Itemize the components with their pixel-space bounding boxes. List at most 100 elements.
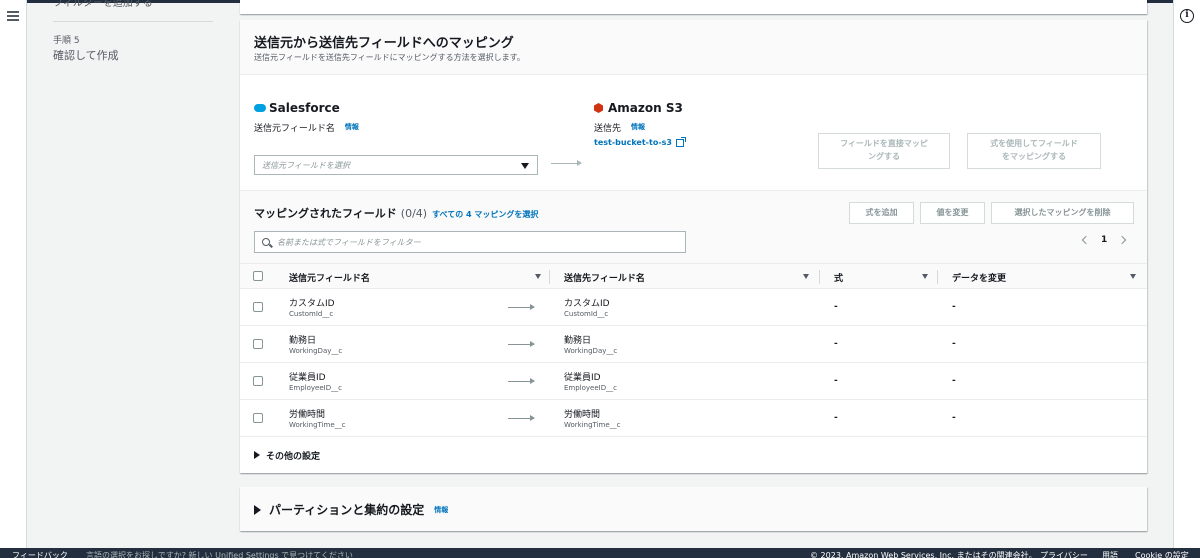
nav-step-review-create[interactable]: 確認して作成 bbox=[53, 47, 119, 63]
privacy-link[interactable]: プライバシー bbox=[1040, 550, 1088, 558]
copyright: © 2023, Amazon Web Services, Inc. またはその関… bbox=[810, 551, 1037, 558]
source-info-link[interactable]: 情報 bbox=[345, 122, 359, 132]
destination-connector-name: Amazon S3 bbox=[608, 101, 683, 115]
wizard-steps-nav: フィルターを追加する 手順 5 確認して作成 bbox=[27, 0, 239, 548]
chevron-right-icon[interactable] bbox=[1118, 235, 1127, 245]
source-field-name: 勤務日 bbox=[289, 336, 317, 346]
external-link-icon bbox=[675, 136, 686, 147]
terms-link[interactable]: 用語 bbox=[1102, 550, 1118, 558]
caret-right-icon bbox=[254, 504, 261, 515]
console-footer: フィードバック 言語の選択をお探しですか? 新しい Unified Settin… bbox=[0, 548, 1200, 558]
mapping-arrow-icon bbox=[508, 341, 535, 347]
destination-info-link[interactable]: 情報 bbox=[631, 122, 645, 132]
sort-caret-icon[interactable] bbox=[1130, 274, 1136, 279]
filter-bar: 名前または式でフィールドをフィルター 1 bbox=[240, 230, 1147, 263]
change-value-button[interactable]: 値を変更 bbox=[920, 202, 985, 224]
sort-caret-icon[interactable] bbox=[803, 274, 809, 279]
formula-value: - bbox=[834, 413, 838, 423]
field-mapping-description: 送信元フィールドを送信先フィールドにマッピングする方法を選択します。 bbox=[254, 53, 525, 62]
source-field-name: 労働時間 bbox=[289, 410, 326, 420]
source-field-api: WorkingTime__c bbox=[289, 421, 346, 429]
source-field-label: 送信元フィールド名 bbox=[254, 123, 335, 134]
field-mapping-title: 送信元から送信先フィールドへのマッピング bbox=[254, 36, 514, 51]
row-checkbox[interactable] bbox=[253, 376, 263, 386]
map-formula-label-line1: 式を使用してフィールド bbox=[990, 139, 1078, 148]
sort-caret-icon[interactable] bbox=[535, 274, 541, 279]
table-row: 勤務日 WorkingDay__c 勤務日 WorkingDay__c - - bbox=[240, 326, 1147, 363]
destination-connector: Amazon S3 送信先 情報 bbox=[594, 100, 683, 134]
feedback-link[interactable]: フィードバック bbox=[12, 550, 68, 558]
destination-field-api: CustomId__c bbox=[564, 310, 609, 318]
menu-icon[interactable] bbox=[7, 11, 19, 21]
source-field-select[interactable]: 送信元フィールドを選択 bbox=[254, 155, 538, 175]
nav-step-item-clipped[interactable]: フィルターを追加する bbox=[53, 0, 153, 9]
sort-caret-icon[interactable] bbox=[922, 274, 928, 279]
destination-field-name: カスタムID bbox=[564, 299, 610, 309]
row-checkbox[interactable] bbox=[253, 302, 263, 312]
map-formula-label-line2: をマッピングする bbox=[1002, 152, 1066, 161]
formula-value: - bbox=[834, 339, 838, 349]
column-destination-field[interactable]: 送信先フィールド名 bbox=[564, 271, 645, 284]
partition-aggregation-toggle[interactable]: パーティションと集約の設定 情報 bbox=[254, 501, 448, 518]
partition-aggregation-card: パーティションと集約の設定 情報 bbox=[240, 487, 1147, 531]
table-row: 労働時間 WorkingTime__c 労働時間 WorkingTime__c … bbox=[240, 400, 1147, 437]
mapped-fields-title: マッピングされたフィールド bbox=[254, 207, 397, 220]
footer-notice: 言語の選択をお探しですか? 新しい Unified Settings で見つけて… bbox=[86, 551, 353, 558]
add-formula-button[interactable]: 式を追加 bbox=[849, 202, 914, 224]
column-formula[interactable]: 式 bbox=[834, 271, 843, 284]
right-rail: i bbox=[1173, 0, 1200, 548]
chevron-left-icon[interactable] bbox=[1081, 235, 1091, 245]
modify-value: - bbox=[952, 413, 956, 423]
select-all-mappings-link[interactable]: すべての 4 マッピングを選択 bbox=[432, 209, 538, 220]
info-icon[interactable]: i bbox=[1180, 9, 1194, 23]
modify-value: - bbox=[952, 302, 956, 312]
column-modify-data[interactable]: データを変更 bbox=[952, 271, 1006, 284]
mapping-arrow-icon bbox=[508, 304, 535, 310]
field-filter-input[interactable]: 名前または式でフィールドをフィルター bbox=[254, 231, 686, 253]
modify-value: - bbox=[952, 339, 956, 349]
destination-field-name: 労働時間 bbox=[564, 410, 601, 420]
field-mapping-card: 送信元から送信先フィールドへのマッピング 送信元フィールドを送信先フィールドにマ… bbox=[240, 20, 1147, 473]
modify-value: - bbox=[952, 376, 956, 386]
destination-field-api: EmployeeID__c bbox=[564, 384, 617, 392]
destination-field-label: 送信先 bbox=[594, 123, 622, 134]
search-icon bbox=[262, 238, 270, 246]
caret-down-icon bbox=[521, 163, 529, 169]
row-checkbox[interactable] bbox=[253, 413, 263, 423]
more-settings-toggle[interactable]: その他の設定 bbox=[240, 436, 1147, 473]
left-rail bbox=[0, 0, 27, 548]
nav-divider bbox=[53, 21, 213, 22]
mapping-arrow-icon bbox=[551, 160, 582, 166]
destination-field-name: 勤務日 bbox=[564, 336, 592, 346]
source-field-api: CustomId__c bbox=[289, 310, 334, 318]
map-fields-directly-button[interactable]: フィールドを直接マッピ ングする bbox=[818, 133, 950, 169]
partition-aggregation-title: パーティションと集約の設定 bbox=[269, 503, 425, 517]
map-with-formula-button[interactable]: 式を使用してフィールド をマッピングする bbox=[967, 133, 1101, 169]
cookie-settings-link[interactable]: Cookie の設定 bbox=[1135, 550, 1189, 558]
pagination: 1 bbox=[1081, 235, 1127, 245]
source-field-placeholder: 送信元フィールドを選択 bbox=[262, 161, 350, 170]
formula-value: - bbox=[834, 302, 838, 312]
map-directly-label-line2: ングする bbox=[868, 152, 900, 161]
row-checkbox[interactable] bbox=[253, 339, 263, 349]
caret-right-icon bbox=[254, 451, 260, 459]
filter-placeholder: 名前または式でフィールドをフィルター bbox=[277, 238, 421, 247]
previous-section-card bbox=[240, 0, 1147, 14]
column-source-field[interactable]: 送信元フィールド名 bbox=[289, 271, 370, 284]
destination-bucket-link[interactable]: test-bucket-to-s3 bbox=[594, 136, 686, 147]
delete-selected-mappings-button[interactable]: 選択したマッピングを削除 bbox=[991, 202, 1134, 224]
source-field-api: WorkingDay__c bbox=[289, 347, 343, 355]
column-divider bbox=[937, 270, 938, 284]
formula-value: - bbox=[834, 376, 838, 386]
source-field-api: EmployeeID__c bbox=[289, 384, 342, 392]
table-row: カスタムID CustomId__c カスタムID CustomId__c - … bbox=[240, 289, 1147, 326]
destination-field-api: WorkingTime__c bbox=[564, 421, 621, 429]
destination-field-name: 従業員ID bbox=[564, 373, 601, 383]
current-page[interactable]: 1 bbox=[1101, 235, 1107, 245]
destination-field-api: WorkingDay__c bbox=[564, 347, 618, 355]
bucket-name: test-bucket-to-s3 bbox=[594, 138, 672, 147]
select-all-checkbox[interactable] bbox=[253, 271, 263, 281]
map-directly-label-line1: フィールドを直接マッピ bbox=[840, 139, 928, 148]
field-mapping-header: 送信元から送信先フィールドへのマッピング 送信元フィールドを送信先フィールドにマ… bbox=[240, 20, 1147, 75]
partition-info-link[interactable]: 情報 bbox=[434, 505, 448, 515]
